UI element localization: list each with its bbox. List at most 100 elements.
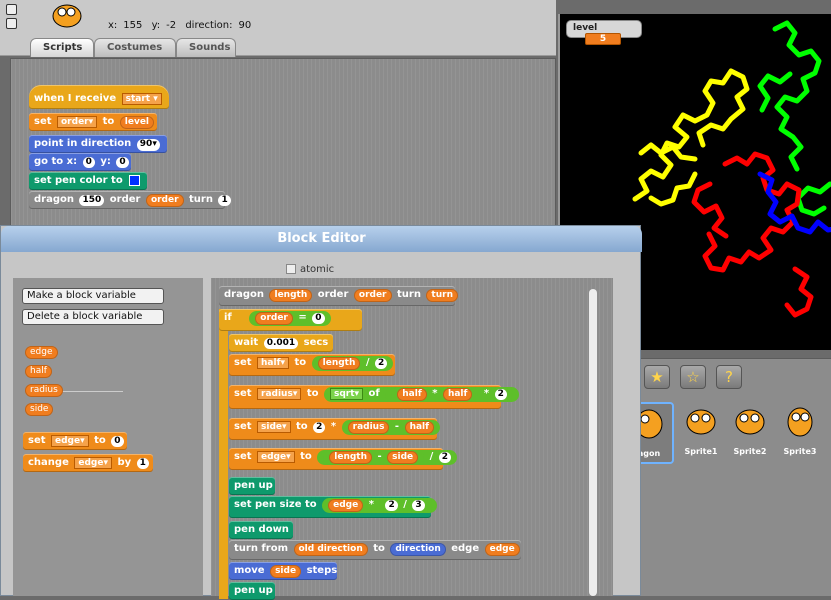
message-dropdown[interactable]: start ▾ — [121, 93, 162, 105]
tab-costumes[interactable]: Costumes — [94, 38, 176, 57]
set-variable-block[interactable]: set order▾ to level — [29, 113, 157, 131]
numerator-input[interactable]: 2 — [385, 500, 398, 511]
order-reporter[interactable]: order — [145, 194, 184, 207]
block-editor-title[interactable]: Block Editor — [1, 226, 642, 252]
block-editor-canvas[interactable]: dragon length order order turn turn if o… — [211, 278, 613, 600]
block-definition-header[interactable]: dragon length order order turn turn — [219, 286, 458, 306]
tab-sounds[interactable]: Sounds — [176, 38, 236, 57]
variable-dropdown[interactable]: half▾ — [257, 357, 290, 369]
param-turn[interactable]: turn — [426, 289, 458, 302]
divide-operator[interactable]: 2 / 3 — [379, 498, 431, 513]
palette-change-block[interactable]: change edge▾ by 1 — [23, 454, 153, 472]
rotation-lock-button[interactable] — [6, 18, 17, 29]
variable-half[interactable]: half — [25, 365, 52, 378]
atomic-checkbox[interactable]: atomic — [286, 264, 334, 275]
palette-set-block[interactable]: set edge▾ to 0 — [23, 432, 127, 450]
y-input[interactable]: 0 — [116, 157, 129, 168]
sqrt-function[interactable]: sqrt▾ of half * half * 2 — [323, 387, 519, 402]
divisor-input[interactable]: 2 — [375, 358, 388, 369]
point-in-direction-block[interactable]: point in direction 90▾ — [29, 135, 167, 153]
function-dropdown[interactable]: sqrt▾ — [329, 388, 364, 400]
value-input[interactable]: 0 — [111, 436, 124, 447]
editor-scrollbar[interactable] — [589, 289, 597, 596]
direction-input[interactable]: 90▾ — [136, 139, 160, 151]
wait-block[interactable]: wait 0.001 secs — [229, 334, 333, 352]
length-input[interactable]: 150 — [79, 195, 105, 206]
variable-dropdown[interactable]: edge▾ — [257, 451, 295, 463]
level-reporter[interactable]: level — [119, 116, 155, 129]
choose-sprite-icon[interactable]: ☆ — [680, 365, 706, 389]
factor-input[interactable]: 2 — [494, 389, 507, 400]
set-half-block[interactable]: set half▾ to length / 2 — [229, 354, 395, 376]
half-reporter[interactable]: half — [404, 421, 435, 434]
denominator-input[interactable]: 3 — [412, 500, 425, 511]
set-pen-size-block[interactable]: set pen size to edge * 2 / 3 — [229, 496, 437, 518]
radius-reporter[interactable]: radius — [347, 421, 390, 434]
multiply-operator-inner[interactable]: half * half — [391, 387, 479, 402]
length-reporter[interactable]: length — [329, 451, 372, 464]
variable-dropdown[interactable]: radius▾ — [257, 388, 302, 400]
delete-block-variable-button[interactable]: Delete a block variable — [22, 309, 164, 325]
if-block[interactable]: if order = 0 — [219, 309, 362, 331]
side-reporter[interactable]: side — [387, 451, 419, 464]
set-side-block[interactable]: set side▾ to 2 * radius - half — [229, 418, 441, 440]
sprite-tile-sprite3[interactable]: Sprite3 — [775, 402, 825, 464]
half-reporter[interactable]: half — [397, 388, 427, 401]
variable-radius[interactable]: radius — [25, 384, 63, 397]
old-direction-reporter[interactable]: old direction — [293, 543, 368, 556]
surprise-sprite-icon[interactable]: ? — [716, 365, 742, 389]
edge-reporter[interactable]: edge — [484, 543, 520, 556]
turn-from-block[interactable]: turn from old direction to direction edg… — [229, 540, 521, 560]
divide-operator[interactable]: length - side / 2 — [317, 450, 458, 465]
subtract-operator[interactable]: length - side — [323, 450, 425, 465]
variable-side[interactable]: side — [25, 403, 54, 416]
pen-down-block[interactable]: pen down — [229, 521, 293, 539]
length-reporter[interactable]: length — [317, 357, 361, 370]
value-input[interactable]: 1 — [136, 458, 149, 469]
sprite-name: Sprite3 — [783, 447, 817, 456]
variable-dropdown[interactable]: order▾ — [57, 116, 98, 128]
rotation-style-button[interactable] — [6, 4, 17, 15]
block-editor-palette: Make a block variable Delete a block var… — [13, 278, 203, 596]
subtract-operator[interactable]: radius - half — [341, 420, 441, 435]
variable-edge[interactable]: edge — [25, 346, 58, 359]
multiply-operator[interactable]: half * half * 2 — [385, 387, 513, 402]
when-i-receive-block[interactable]: when I receive start ▾ — [29, 85, 169, 109]
variable-dropdown[interactable]: edge▾ — [74, 457, 112, 469]
dragon-call-block[interactable]: dragon 150 order order turn 1 — [29, 191, 231, 209]
variable-dropdown[interactable]: side▾ — [257, 421, 291, 433]
move-steps-block[interactable]: move side steps — [229, 562, 337, 580]
pen-up-block-2[interactable]: pen up — [229, 582, 275, 600]
make-block-variable-button[interactable]: Make a block variable — [22, 288, 164, 304]
half-reporter[interactable]: half — [442, 388, 473, 401]
set-radius-block[interactable]: set radius▾ to sqrt▾ of half * half * 2 — [229, 385, 519, 409]
equals-operator[interactable]: order = 0 — [249, 311, 331, 326]
side-reporter[interactable]: side — [270, 565, 302, 578]
paint-sprite-icon[interactable]: ★ — [644, 365, 670, 389]
edge-reporter[interactable]: edge — [328, 499, 364, 512]
set-edge-block[interactable]: set edge▾ to length - side / 2 — [229, 448, 458, 470]
turn-input[interactable]: 1 — [218, 195, 231, 206]
param-order[interactable]: order — [353, 289, 392, 302]
param-length[interactable]: length — [269, 289, 313, 302]
sprite-tile-sprite1[interactable]: Sprite1 — [676, 402, 726, 464]
direction-reporter[interactable]: direction — [390, 543, 446, 556]
order-reporter[interactable]: order — [255, 312, 293, 325]
atomic-checkbox-box[interactable] — [286, 264, 296, 274]
go-to-xy-block[interactable]: go to x: 0 y: 0 — [29, 153, 131, 171]
multiply-sign: * — [432, 388, 438, 399]
compare-value[interactable]: 0 — [312, 313, 325, 324]
tab-scripts[interactable]: Scripts — [30, 38, 94, 57]
pen-color-swatch[interactable] — [129, 174, 141, 186]
divisor-input[interactable]: 2 — [438, 452, 452, 463]
divide-operator[interactable]: length / 2 — [311, 356, 394, 371]
set-pen-color-block[interactable]: set pen color to — [29, 172, 147, 190]
pen-up-block[interactable]: pen up — [229, 477, 275, 495]
variable-dropdown[interactable]: edge▾ — [51, 435, 89, 447]
sprite-tile-sprite2[interactable]: Sprite2 — [725, 402, 775, 464]
wait-input[interactable]: 0.001 — [263, 338, 299, 349]
multiply-operator[interactable]: edge * 2 / 3 — [322, 498, 437, 513]
level-watcher[interactable]: level 5 — [566, 20, 642, 45]
x-input[interactable]: 0 — [82, 157, 95, 168]
factor-input[interactable]: 2 — [313, 422, 326, 433]
